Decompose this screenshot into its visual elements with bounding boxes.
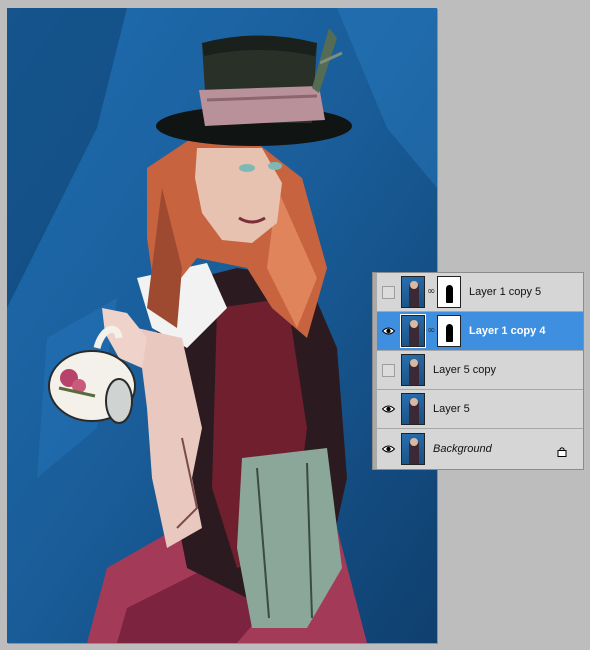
- layer-thumbnail: [401, 393, 425, 425]
- layer-row-layer-1-copy-4[interactable]: ∞ Layer 1 copy 4: [377, 312, 583, 351]
- visibility-toggle[interactable]: [382, 403, 395, 416]
- layer-row-layer-5-copy[interactable]: Layer 5 copy: [377, 351, 583, 390]
- layer-thumbnail: [400, 314, 426, 348]
- layer-name: Layer 5 copy: [433, 364, 496, 376]
- layer-row-layer-1-copy-5[interactable]: ∞ Layer 1 copy 5: [377, 273, 583, 312]
- chain-link-icon[interactable]: ∞: [427, 326, 435, 336]
- lock-icon: [557, 442, 567, 461]
- layer-name: Layer 1 copy 4: [469, 325, 546, 337]
- layer-thumbnail: [401, 276, 425, 308]
- eye-icon: [382, 327, 395, 335]
- layer-mask-thumbnail[interactable]: [437, 276, 461, 308]
- layer-mask-thumbnail[interactable]: [437, 315, 461, 347]
- layer-thumbnail: [401, 354, 425, 386]
- visibility-toggle[interactable]: [382, 442, 395, 455]
- layer-thumbnail: [401, 432, 425, 465]
- layer-row-layer-5[interactable]: Layer 5: [377, 390, 583, 429]
- layer-name: Layer 1 copy 5: [469, 286, 542, 298]
- layers-panel: ∞ Layer 1 copy 5 ∞ Layer 1 copy 4 Layer …: [372, 272, 584, 470]
- visibility-toggle[interactable]: [382, 325, 395, 338]
- visibility-toggle[interactable]: [382, 363, 395, 377]
- layer-name: Background: [433, 442, 492, 455]
- layer-name: Layer 5: [433, 403, 470, 415]
- visibility-toggle[interactable]: [382, 285, 395, 299]
- chain-link-icon[interactable]: ∞: [427, 287, 435, 297]
- layer-row-background[interactable]: Background: [377, 429, 583, 468]
- eye-icon: [382, 405, 395, 413]
- eye-icon: [382, 445, 395, 452]
